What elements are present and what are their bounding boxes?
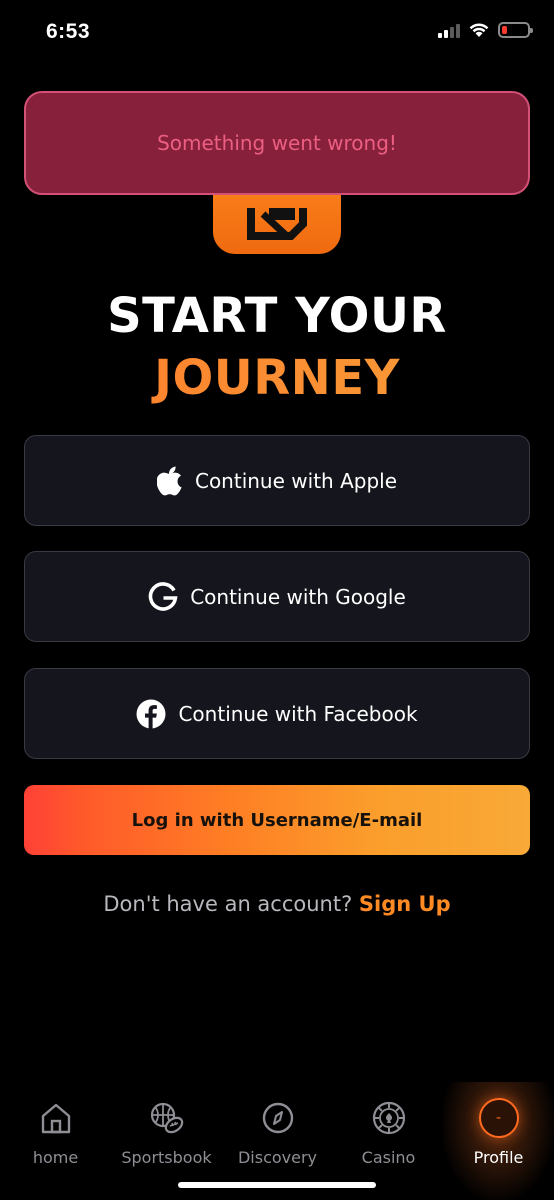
poker-chip-icon: [371, 1100, 407, 1136]
signup-prompt-text: Don't have an account?: [103, 892, 353, 916]
cellular-signal-icon: [438, 22, 460, 38]
status-bar: 6:53: [0, 0, 554, 66]
profile-avatar: -: [478, 1098, 519, 1138]
apple-icon: [156, 466, 183, 496]
nav-label-discovery: Discovery: [237, 1148, 318, 1167]
profile-avatar-icon: -: [478, 1098, 519, 1138]
headline-line-2: JOURNEY: [0, 350, 554, 406]
headline-line-1: START YOUR: [107, 288, 447, 344]
sign-up-link[interactable]: Sign Up: [359, 892, 451, 916]
error-toast: Something went wrong!: [24, 91, 530, 195]
battery-icon: [498, 22, 533, 38]
apple-button-label: Continue with Apple: [194, 468, 397, 493]
google-icon: [148, 581, 178, 612]
continue-with-apple-button[interactable]: Continue with Apple: [24, 435, 530, 526]
google-button-label: Continue with Google: [190, 584, 406, 609]
nav-label-profile: Profile: [473, 1148, 524, 1167]
status-icons: [438, 22, 533, 38]
signup-prompt: Don't have an account? Sign Up: [0, 892, 554, 916]
house-icon: [39, 1100, 73, 1136]
nav-label-home: home: [32, 1148, 79, 1167]
facebook-button-label: Continue with Facebook: [178, 701, 418, 726]
compass-icon: [261, 1100, 295, 1136]
wifi-icon: [468, 22, 490, 38]
continue-with-facebook-button[interactable]: Continue with Facebook: [24, 668, 530, 759]
status-time: 6:53: [46, 20, 91, 43]
login-screen: 6:53 Something went wrong! START YOUR JO…: [0, 0, 554, 1200]
nav-item-home[interactable]: home: [0, 1082, 111, 1200]
nav-label-sportsbook: Sportsbook: [121, 1148, 212, 1167]
continue-with-google-button[interactable]: Continue with Google: [24, 551, 530, 642]
sports-balls-icon: [149, 1100, 185, 1136]
home-indicator: [178, 1182, 376, 1188]
login-with-username-button[interactable]: Log in with Username/E-mail: [24, 785, 530, 855]
facebook-icon: [136, 699, 166, 729]
nav-label-casino: Casino: [361, 1148, 416, 1167]
nav-item-profile[interactable]: - Profile: [443, 1082, 554, 1200]
toast-message: Something went wrong!: [157, 131, 397, 155]
login-button-label: Log in with Username/E-mail: [131, 809, 423, 831]
